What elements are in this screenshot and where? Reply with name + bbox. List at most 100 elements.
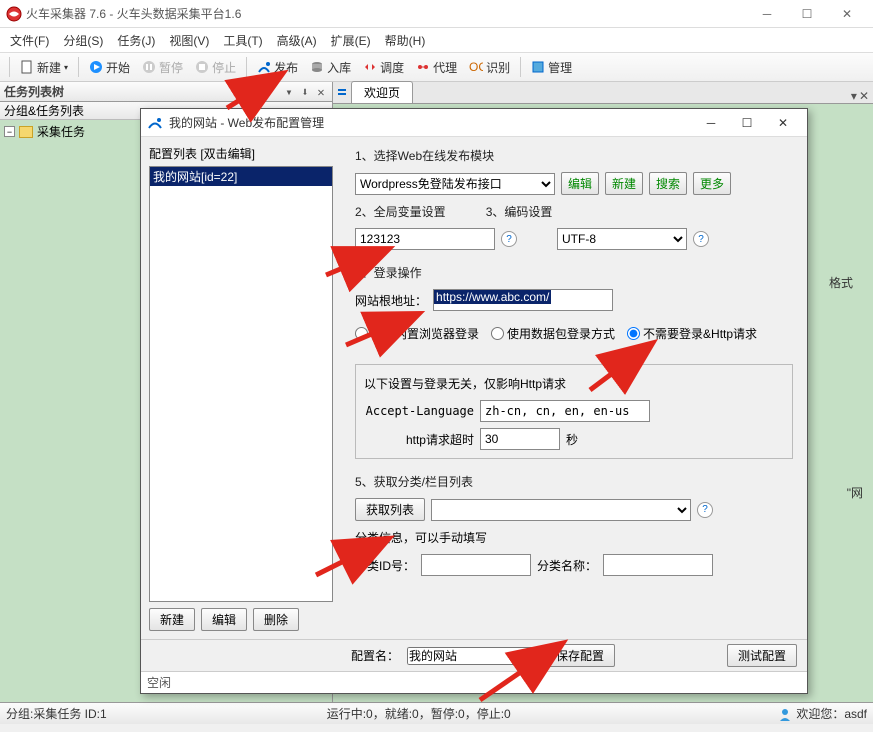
config-name-input[interactable] bbox=[407, 647, 537, 665]
test-config-button[interactable]: 测试配置 bbox=[727, 644, 797, 667]
menu-advanced[interactable]: 高级(A) bbox=[271, 30, 323, 51]
schedule-icon bbox=[363, 60, 377, 74]
stop-icon bbox=[195, 60, 209, 74]
get-list-button[interactable]: 获取列表 bbox=[355, 498, 425, 521]
menu-tool[interactable]: 工具(T) bbox=[217, 30, 268, 51]
publish-config-dialog: 我的网站 - Web发布配置管理 ─ ☐ ✕ 配置列表 [双击编辑] 我的网站[… bbox=[140, 108, 808, 694]
http-fieldset: 以下设置与登录无关，仅影响Http请求 Accept-Language http… bbox=[355, 364, 793, 459]
section-1-label: 1、选择Web在线发布模块 bbox=[355, 147, 793, 164]
config-list-item[interactable]: 我的网站[id=22] bbox=[150, 167, 332, 186]
user-icon bbox=[778, 707, 792, 721]
menu-view[interactable]: 视图(V) bbox=[163, 30, 215, 51]
start-button[interactable]: 开始 bbox=[84, 57, 135, 78]
search-module-button[interactable]: 搜索 bbox=[649, 172, 687, 195]
publish-icon bbox=[257, 60, 271, 74]
timeout-input[interactable] bbox=[480, 428, 560, 450]
recognize-button[interactable]: OCR识别 bbox=[464, 57, 515, 78]
left-edit-button[interactable]: 编辑 bbox=[201, 608, 247, 631]
accept-language-input[interactable] bbox=[480, 400, 650, 422]
help-icon[interactable]: ? bbox=[697, 502, 713, 518]
menu-file[interactable]: 文件(F) bbox=[4, 30, 55, 51]
dropdown-icon[interactable]: ▾ bbox=[282, 85, 296, 99]
recognize-icon: OCR bbox=[469, 60, 483, 74]
more-module-button[interactable]: 更多 bbox=[693, 172, 731, 195]
statusbar: 分组:采集任务 ID:1 运行中:0，就绪:0，暂停:0，停止:0 欢迎您：as… bbox=[0, 702, 873, 724]
module-select[interactable]: Wordpress免登陆发布接口 bbox=[355, 173, 555, 195]
dialog-maximize-button[interactable]: ☐ bbox=[729, 112, 765, 134]
proxy-icon bbox=[416, 60, 430, 74]
section-5-label: 5、获取分类/栏目列表 bbox=[355, 473, 793, 490]
cat-name-input[interactable] bbox=[603, 554, 713, 576]
dialog-footer: 配置名： 保存配置 测试配置 bbox=[141, 639, 807, 671]
left-new-button[interactable]: 新建 bbox=[149, 608, 195, 631]
status-running: 运行中:0，就绪:0，暂停:0，停止:0 bbox=[327, 705, 511, 722]
proxy-button[interactable]: 代理 bbox=[411, 57, 462, 78]
tab-close-icon[interactable]: ✕ bbox=[859, 89, 869, 103]
encoding-select[interactable]: UTF-8 bbox=[557, 228, 687, 250]
config-listbox[interactable]: 我的网站[id=22] bbox=[149, 166, 333, 602]
tab-dropdown-icon[interactable]: ▾ bbox=[851, 89, 857, 103]
bg-text: "网 bbox=[847, 484, 863, 501]
save-config-button[interactable]: 保存配置 bbox=[545, 644, 615, 667]
section-2-label: 2、全局变量设置 bbox=[355, 203, 446, 220]
section-3-label: 3、编码设置 bbox=[486, 203, 553, 220]
cat-name-label: 分类名称： bbox=[537, 557, 597, 574]
manage-icon bbox=[531, 60, 545, 74]
config-name-label: 配置名： bbox=[351, 647, 399, 664]
menu-extend[interactable]: 扩展(E) bbox=[325, 30, 377, 51]
dialog-icon bbox=[147, 115, 163, 131]
expand-icon[interactable]: − bbox=[4, 126, 15, 137]
timeout-unit: 秒 bbox=[566, 431, 578, 448]
root-url-input[interactable]: https://www.abc.com/ bbox=[433, 289, 613, 311]
category-info-label: 分类信息，可以手动填写 bbox=[355, 529, 793, 546]
expand-tabs-icon[interactable] bbox=[335, 85, 349, 99]
menu-task[interactable]: 任务(J) bbox=[111, 30, 161, 51]
folder-icon bbox=[19, 126, 33, 138]
left-delete-button[interactable]: 删除 bbox=[253, 608, 299, 631]
stop-button[interactable]: 停止 bbox=[190, 57, 241, 78]
dialog-left: 配置列表 [双击编辑] 我的网站[id=22] 新建 编辑 删除 bbox=[141, 137, 341, 639]
cat-id-label: 分类ID号： bbox=[355, 557, 415, 574]
cat-id-input[interactable] bbox=[421, 554, 531, 576]
help-icon[interactable]: ? bbox=[693, 231, 709, 247]
menubar: 文件(F) 分组(S) 任务(J) 视图(V) 工具(T) 高级(A) 扩展(E… bbox=[0, 28, 873, 52]
maximize-button[interactable]: ☐ bbox=[787, 2, 827, 26]
status-group: 分组:采集任务 ID:1 bbox=[6, 705, 107, 722]
help-icon[interactable]: ? bbox=[501, 231, 517, 247]
menu-help[interactable]: 帮助(H) bbox=[379, 30, 432, 51]
login-radio-browser[interactable]: 使用内置浏览器登录 bbox=[355, 325, 479, 342]
login-radio-none[interactable]: 不需要登录&Http请求 bbox=[627, 325, 757, 342]
global-var-input[interactable] bbox=[355, 228, 495, 250]
window-titlebar: 火车采集器 7.6 - 火车头数据采集平台1.6 ─ ☐ ✕ bbox=[0, 0, 873, 28]
section-4-label: 4、登录操作 bbox=[355, 264, 793, 281]
timeout-label: http请求超时 bbox=[364, 431, 474, 448]
root-url-label: 网站根地址： bbox=[355, 292, 427, 309]
close-button[interactable]: ✕ bbox=[827, 2, 867, 26]
new-module-button[interactable]: 新建 bbox=[605, 172, 643, 195]
status-welcome: 欢迎您：asdf bbox=[796, 705, 867, 722]
login-radio-packet[interactable]: 使用数据包登录方式 bbox=[491, 325, 615, 342]
accept-language-label: Accept-Language bbox=[364, 404, 474, 418]
toolbar: 新建▾ 开始 暂停 停止 发布 入库 调度 代理 OCR识别 管理 bbox=[0, 52, 873, 82]
dialog-minimize-button[interactable]: ─ bbox=[693, 112, 729, 134]
dialog-titlebar: 我的网站 - Web发布配置管理 ─ ☐ ✕ bbox=[141, 109, 807, 137]
minimize-button[interactable]: ─ bbox=[747, 2, 787, 26]
publish-button[interactable]: 发布 bbox=[252, 57, 303, 78]
menu-group[interactable]: 分组(S) bbox=[57, 30, 109, 51]
close-panel-icon[interactable]: ✕ bbox=[314, 85, 328, 99]
bg-text: 格式 bbox=[829, 274, 853, 291]
pin-icon[interactable]: ⬇ bbox=[298, 85, 312, 99]
edit-module-button[interactable]: 编辑 bbox=[561, 172, 599, 195]
dialog-right: 1、选择Web在线发布模块 Wordpress免登陆发布接口 编辑 新建 搜索 … bbox=[341, 137, 807, 639]
category-select[interactable] bbox=[431, 499, 691, 521]
store-button[interactable]: 入库 bbox=[305, 57, 356, 78]
tab-welcome[interactable]: 欢迎页 bbox=[351, 81, 413, 103]
manage-button[interactable]: 管理 bbox=[526, 57, 577, 78]
play-icon bbox=[89, 60, 103, 74]
pause-icon bbox=[142, 60, 156, 74]
new-button[interactable]: 新建▾ bbox=[15, 57, 73, 78]
pause-button[interactable]: 暂停 bbox=[137, 57, 188, 78]
dialog-close-button[interactable]: ✕ bbox=[765, 112, 801, 134]
schedule-button[interactable]: 调度 bbox=[358, 57, 409, 78]
database-icon bbox=[310, 60, 324, 74]
